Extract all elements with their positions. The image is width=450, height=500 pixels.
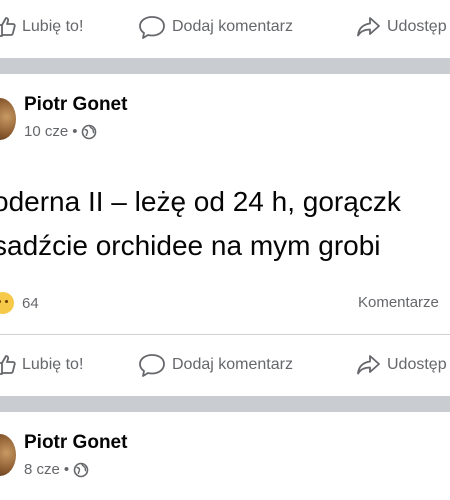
comment-button[interactable]: Dodaj komentarz xyxy=(138,12,293,42)
globe-icon xyxy=(82,124,97,139)
sad-face-icon xyxy=(0,292,14,314)
share-label: Udostęp xyxy=(387,356,447,373)
like-label: Lubię to! xyxy=(22,356,84,373)
comment-label: Dodaj komentarz xyxy=(172,356,293,373)
author-name[interactable]: Piotr Gonet xyxy=(24,432,127,454)
thumbs-up-icon xyxy=(0,17,16,37)
facebook-feed: Lubię to! Dodaj komentarz Udostęp Piotr … xyxy=(0,0,450,500)
post-action-bar: Lubię to! Dodaj komentarz Udostęp xyxy=(0,338,450,394)
post-card: Piotr Gonet 8 cze • xyxy=(0,412,450,500)
reaction-summary[interactable]: 64 xyxy=(0,292,39,314)
post-text-line-2: sadźcie orchidee na mym grobi xyxy=(0,230,381,261)
like-button[interactable]: Lubię to! xyxy=(0,350,83,380)
post-card: Piotr Gonet 10 cze • oderna II – leżę od… xyxy=(0,74,450,338)
like-label: Lubię to! xyxy=(22,18,84,35)
meta-dot: • xyxy=(72,123,78,140)
feed-separator xyxy=(0,58,450,74)
divider xyxy=(0,334,450,335)
comment-label: Dodaj komentarz xyxy=(172,18,293,35)
post-time[interactable]: 10 cze xyxy=(24,123,68,140)
share-button[interactable]: Udostęp xyxy=(355,350,447,380)
reaction-count: 64 xyxy=(22,294,39,312)
feed-separator xyxy=(0,396,450,412)
like-button[interactable]: Lubię to! xyxy=(0,12,83,42)
comment-button[interactable]: Dodaj komentarz xyxy=(138,350,293,380)
share-arrow-icon xyxy=(357,17,380,37)
share-arrow-icon xyxy=(357,355,380,375)
comments-count[interactable]: Komentarze xyxy=(358,294,439,311)
comment-bubble-icon xyxy=(139,354,165,377)
meta-dot: • xyxy=(63,461,70,478)
comment-bubble-icon xyxy=(139,16,165,39)
post-time[interactable]: 8 cze xyxy=(24,461,60,478)
post-meta: 10 cze • xyxy=(24,123,97,140)
author-name[interactable]: Piotr Gonet xyxy=(24,94,127,116)
thumbs-up-icon xyxy=(0,355,16,375)
share-button[interactable]: Udostęp xyxy=(355,12,447,42)
share-label: Udostęp xyxy=(387,18,447,35)
avatar[interactable] xyxy=(0,98,16,140)
avatar[interactable] xyxy=(0,434,16,476)
post-text-line-1: oderna II – leżę od 24 h, gorączk xyxy=(0,186,401,217)
globe-icon xyxy=(73,462,89,477)
post-meta: 8 cze • xyxy=(24,461,89,478)
post-action-bar: Lubię to! Dodaj komentarz Udostęp xyxy=(0,0,450,56)
